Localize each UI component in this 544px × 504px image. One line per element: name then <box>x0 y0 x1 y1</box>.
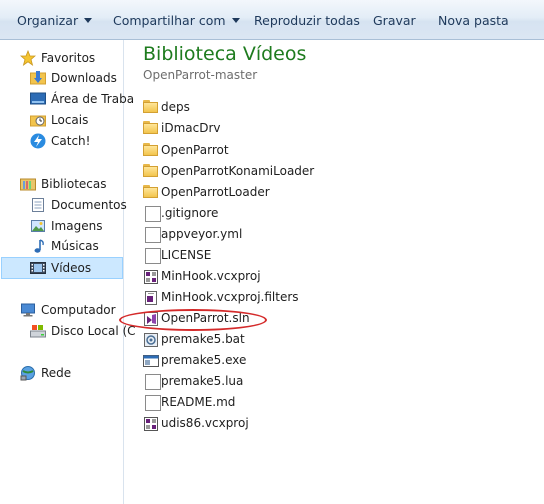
images-icon <box>31 220 45 232</box>
libraries-icon <box>20 178 36 191</box>
documents-icon <box>32 198 44 212</box>
file-name: MinHook.vcxproj.filters <box>161 290 299 304</box>
computer-icon <box>21 303 35 317</box>
nav-label-images: Imagens <box>51 219 103 233</box>
file-name: appveyor.yml <box>161 227 243 241</box>
organize-label: Organizar <box>17 13 79 28</box>
file-name: iDmacDrv <box>161 121 221 135</box>
folder-icon <box>143 164 159 180</box>
nav-label-favorites: Favoritos <box>41 51 96 65</box>
command-bar: Organizar Compartilhar com Reproduzir to… <box>0 0 544 40</box>
nav-label-videos: Vídeos <box>51 261 92 275</box>
file-name: deps <box>161 100 190 114</box>
nav-label-libraries: Bibliotecas <box>41 177 107 191</box>
nav-label-downloads: Downloads <box>51 71 117 85</box>
burn-label: Gravar <box>373 13 416 28</box>
local-disk-icon <box>30 325 46 338</box>
pane-divider[interactable] <box>123 40 124 504</box>
catch-app-icon <box>30 133 46 149</box>
folder-icon <box>143 185 159 201</box>
share-label: Compartilhar com <box>113 13 226 28</box>
file-name: MinHook.vcxproj <box>161 269 261 283</box>
nav-label-desktop: Área de Traba <box>51 92 135 106</box>
folder-icon <box>143 143 159 159</box>
star-icon <box>20 50 36 66</box>
nav-label-computer: Computador <box>41 303 116 317</box>
recent-places-icon <box>30 115 46 127</box>
downloads-folder-icon <box>30 71 46 85</box>
file-name: premake5.exe <box>161 353 247 367</box>
file-name: OpenParrot <box>161 143 229 157</box>
file-name: udis86.vcxproj <box>161 416 249 430</box>
file-name: OpenParrotKonamiLoader <box>161 164 315 178</box>
desktop-icon <box>30 92 46 105</box>
file-icon <box>145 248 161 264</box>
organize-button[interactable]: Organizar <box>17 12 93 30</box>
batch-file-icon <box>144 333 158 347</box>
nav-label-music: Músicas <box>51 239 99 253</box>
play-all-label: Reproduzir todas <box>254 13 360 28</box>
file-icon <box>145 227 161 243</box>
folder-icon <box>143 100 159 116</box>
file-icon <box>145 395 161 411</box>
file-name: README.md <box>161 395 236 409</box>
highlight-annotation-ellipse <box>119 309 267 331</box>
nav-label-local-disk: Disco Local (C <box>51 324 136 338</box>
file-icon <box>145 206 161 222</box>
folder-icon <box>143 121 159 137</box>
videos-filmstrip-icon <box>30 262 46 274</box>
file-name: premake5.bat <box>161 332 245 346</box>
file-name: .gitignore <box>161 206 219 220</box>
chevron-down-icon <box>231 18 240 23</box>
vcxproj-icon <box>144 270 158 284</box>
nav-label-places: Locais <box>51 113 89 127</box>
chevron-down-icon <box>84 18 93 23</box>
share-button[interactable]: Compartilhar com <box>113 12 240 30</box>
executable-icon <box>143 355 159 367</box>
network-icon <box>20 366 35 381</box>
file-icon <box>145 374 161 390</box>
file-name: LICENSE <box>161 248 212 262</box>
file-name: OpenParrotLoader <box>161 185 270 199</box>
filters-file-icon <box>145 291 157 305</box>
library-subtitle: OpenParrot-master <box>143 68 258 82</box>
play-all-button[interactable]: Reproduzir todas <box>254 12 360 30</box>
new-folder-button[interactable]: Nova pasta <box>438 12 509 30</box>
vcxproj-icon <box>144 417 158 431</box>
new-folder-label: Nova pasta <box>438 13 509 28</box>
library-title: Biblioteca Vídeos <box>143 43 307 65</box>
burn-button[interactable]: Gravar <box>373 12 416 30</box>
file-name: premake5.lua <box>161 374 244 388</box>
nav-label-documents: Documentos <box>51 198 127 212</box>
nav-label-network: Rede <box>41 366 72 380</box>
music-note-icon <box>34 239 44 253</box>
nav-label-catch: Catch! <box>51 134 91 148</box>
